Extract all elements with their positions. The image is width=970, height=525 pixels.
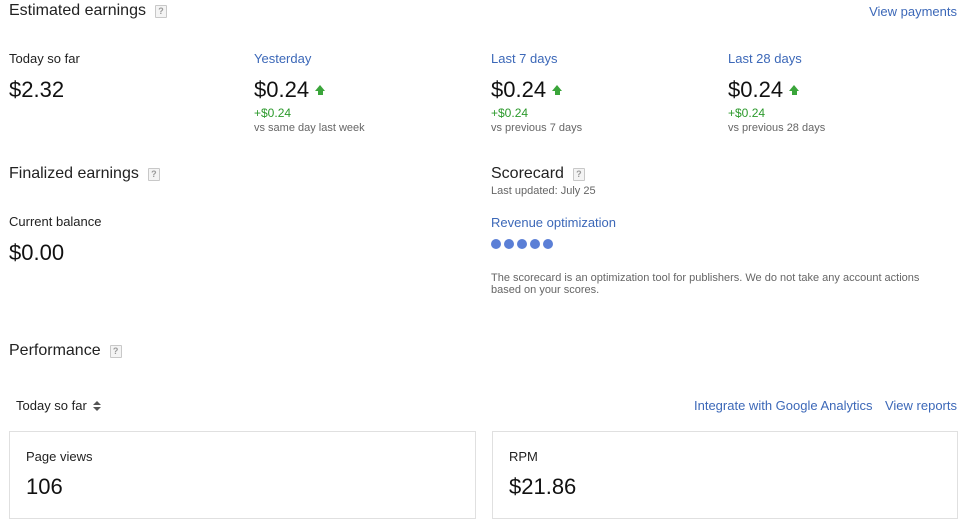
up-arrow-icon bbox=[315, 85, 326, 95]
score-dot bbox=[543, 239, 553, 249]
current-balance-value-text: $0.00 bbox=[9, 240, 65, 265]
scorecard-title: Scorecard ? bbox=[491, 165, 585, 183]
page-views-label: Page views bbox=[26, 449, 93, 464]
finalized-earnings-title-text: Finalized earnings bbox=[9, 165, 139, 182]
today-label: Today so far bbox=[9, 51, 80, 66]
last-28-days-value-text: $0.24 bbox=[728, 77, 784, 102]
rpm-label: RPM bbox=[509, 449, 538, 464]
performance-title-text: Performance bbox=[9, 342, 101, 359]
yesterday-value: $0.24 bbox=[254, 77, 326, 103]
last-28-days-delta: +$0.24 bbox=[728, 106, 766, 120]
view-payments-link[interactable]: View payments bbox=[869, 4, 957, 19]
rpm-value-text: $21.86 bbox=[509, 474, 577, 499]
scorecard-title-text: Scorecard bbox=[491, 165, 564, 182]
scorecard-updated: Last updated: July 25 bbox=[491, 185, 596, 197]
date-range-dropdown[interactable]: Today so far bbox=[16, 398, 101, 413]
help-icon[interactable]: ? bbox=[572, 167, 585, 181]
last-7-days-value: $0.24 bbox=[491, 77, 563, 103]
up-arrow-icon bbox=[789, 85, 800, 95]
yesterday-compare: vs same day last week bbox=[254, 122, 365, 134]
sort-arrows-icon bbox=[92, 400, 101, 411]
view-reports-link[interactable]: View reports bbox=[885, 398, 957, 413]
yesterday-delta: +$0.24 bbox=[254, 106, 292, 120]
page-views-value: 106 bbox=[26, 474, 63, 500]
estimated-earnings-title: Estimated earnings ? bbox=[9, 2, 167, 20]
rpm-value: $21.86 bbox=[509, 474, 576, 500]
yesterday-value-text: $0.24 bbox=[254, 77, 310, 102]
last-28-days-link[interactable]: Last 28 days bbox=[728, 51, 802, 66]
performance-title: Performance ? bbox=[9, 342, 122, 360]
help-icon[interactable]: ? bbox=[154, 4, 167, 18]
page-views-card[interactable]: Page views 106 bbox=[9, 431, 476, 519]
date-range-label: Today so far bbox=[16, 398, 87, 413]
score-dot bbox=[517, 239, 527, 249]
current-balance-value: $0.00 bbox=[9, 240, 64, 266]
last-28-days-compare: vs previous 28 days bbox=[728, 122, 826, 134]
revenue-optimization-link[interactable]: Revenue optimization bbox=[491, 215, 616, 230]
scorecard-note: The scorecard is an optimization tool fo… bbox=[491, 272, 920, 296]
last-7-days-delta: +$0.24 bbox=[491, 106, 529, 120]
score-dots bbox=[491, 239, 553, 249]
score-dot bbox=[530, 239, 540, 249]
last-28-days-value: $0.24 bbox=[728, 77, 800, 103]
last-7-days-link[interactable]: Last 7 days bbox=[491, 51, 558, 66]
today-value-text: $2.32 bbox=[9, 77, 65, 102]
page-views-value-text: 106 bbox=[26, 474, 63, 499]
rpm-card[interactable]: RPM $21.86 bbox=[492, 431, 958, 519]
today-value: $2.32 bbox=[9, 77, 64, 103]
help-icon[interactable]: ? bbox=[147, 167, 160, 181]
last-7-days-value-text: $0.24 bbox=[491, 77, 547, 102]
current-balance-label: Current balance bbox=[9, 214, 102, 229]
integrate-analytics-link[interactable]: Integrate with Google Analytics bbox=[694, 398, 873, 413]
yesterday-link[interactable]: Yesterday bbox=[254, 51, 311, 66]
score-dot bbox=[504, 239, 514, 249]
up-arrow-icon bbox=[552, 85, 563, 95]
score-dot bbox=[491, 239, 501, 249]
last-7-days-compare: vs previous 7 days bbox=[491, 122, 583, 134]
finalized-earnings-title: Finalized earnings ? bbox=[9, 165, 160, 183]
estimated-earnings-title-text: Estimated earnings bbox=[9, 2, 146, 19]
help-icon[interactable]: ? bbox=[109, 344, 122, 358]
